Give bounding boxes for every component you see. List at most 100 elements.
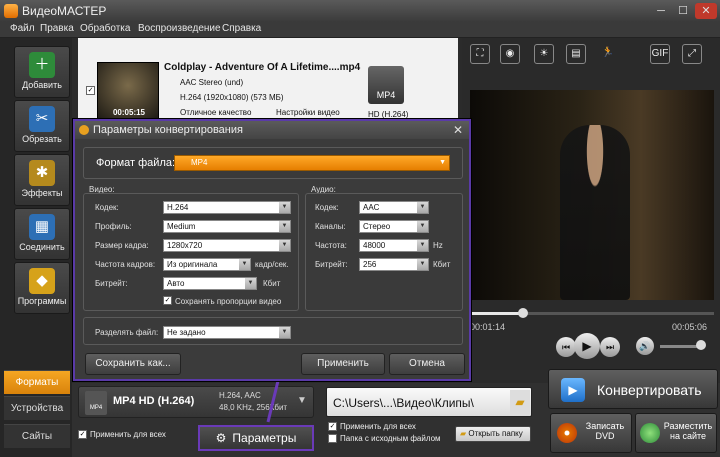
- fps-select[interactable]: Из оригинала ▼: [163, 258, 251, 271]
- publish-button[interactable]: Разместить на сайте: [635, 413, 717, 453]
- app-logo-icon: [4, 4, 18, 18]
- menu-playback[interactable]: Воспроизведение: [138, 23, 221, 34]
- current-time: 00:01:14: [470, 322, 506, 332]
- chevron-down-icon: ▼: [279, 240, 290, 251]
- video-subject: [560, 125, 630, 300]
- minimize-button[interactable]: ─: [650, 3, 672, 19]
- conversion-dialog: Параметры конвертирования ✕ Формат файла…: [73, 119, 471, 381]
- format-dropdown[interactable]: MP4 ▼: [174, 155, 450, 171]
- effects-button[interactable]: ✱ Эффекты: [14, 154, 70, 206]
- convert-icon: ▶: [561, 378, 585, 402]
- dvd-icon: [557, 423, 577, 443]
- tab-formats[interactable]: Форматы: [4, 370, 70, 394]
- menu-file[interactable]: Файл: [10, 23, 35, 34]
- video-codec-label: Кодек:: [95, 203, 119, 212]
- programs-icon: ◆: [29, 268, 55, 294]
- menu-edit[interactable]: Правка: [40, 23, 74, 34]
- apply-all-output-label: Применить для всех: [340, 422, 416, 431]
- format-label: Формат файла:: [96, 157, 176, 169]
- cancel-button[interactable]: Отмена: [389, 353, 465, 375]
- channels-label: Каналы:: [315, 222, 346, 231]
- snapshot-icon[interactable]: ◉: [500, 44, 520, 64]
- add-button[interactable]: ＋ Добавить: [14, 46, 70, 98]
- close-window-button[interactable]: ✕: [695, 3, 717, 19]
- tab-devices[interactable]: Устройства: [4, 396, 70, 420]
- convert-button[interactable]: ▶ Конвертировать: [548, 369, 718, 409]
- chevron-down-icon: ▼: [417, 240, 428, 251]
- frequency-select[interactable]: 48000 ▼: [359, 239, 429, 252]
- trim-button[interactable]: ✂ Обрезать: [14, 100, 70, 152]
- mp4-format-icon: MP4: [85, 391, 107, 415]
- burn-dvd-button[interactable]: Записать DVD: [550, 413, 632, 453]
- dialog-title-bar: Параметры конвертирования ✕: [75, 121, 469, 139]
- source-folder-checkbox[interactable]: [328, 434, 337, 443]
- file-name: Coldplay - Adventure Of A Lifetime....mp…: [164, 62, 361, 73]
- apply-all-checkbox[interactable]: ✓: [78, 430, 87, 439]
- fullscreen-select-icon[interactable]: ⛶: [470, 44, 490, 64]
- menu-bar: Файл Правка Обработка Воспроизведение Сп…: [0, 22, 720, 38]
- fullscreen-icon[interactable]: ⤢: [682, 44, 702, 64]
- video-settings-link[interactable]: Настройки видео: [276, 108, 340, 117]
- chevron-down-icon: ▼: [279, 221, 290, 232]
- brightness-icon[interactable]: ☀: [534, 44, 554, 64]
- dialog-app-icon: [79, 125, 89, 135]
- clip-icon[interactable]: ▤: [566, 44, 586, 64]
- profile-label: Профиль:: [95, 222, 132, 231]
- format-name: MP4 HD (H.264): [113, 395, 195, 407]
- open-folder-button[interactable]: ▰ Открыть папку: [455, 426, 531, 442]
- mp4-format-icon: MP4: [368, 66, 404, 104]
- video-thumbnail[interactable]: 00:05:15: [97, 62, 159, 120]
- menu-help[interactable]: Справка: [222, 23, 261, 34]
- volume-icon[interactable]: 🔊: [636, 337, 654, 355]
- chevron-down-icon: ▼: [439, 159, 446, 166]
- apply-all-output-checkbox[interactable]: ✓: [328, 422, 337, 431]
- output-format: HD (H.264): [368, 110, 409, 119]
- split-label: Разделять файл:: [95, 328, 159, 337]
- audio-bitrate-unit: Кбит: [433, 260, 451, 269]
- gif-button[interactable]: GIF: [650, 44, 670, 64]
- file-audio-info: AAC Stereo (und): [180, 78, 244, 87]
- file-checkbox[interactable]: ✓: [86, 86, 95, 95]
- play-button[interactable]: ▶: [574, 333, 600, 359]
- volume-handle[interactable]: [696, 340, 706, 350]
- tab-sites[interactable]: Сайты: [4, 424, 70, 448]
- join-button[interactable]: ▦ Соединить: [14, 208, 70, 260]
- fps-unit: кадр/сек.: [255, 260, 289, 269]
- video-codec-select[interactable]: H.264 ▼: [163, 201, 291, 214]
- seek-handle[interactable]: [518, 308, 528, 318]
- effects-icon: ✱: [29, 160, 55, 186]
- join-icon: ▦: [29, 214, 55, 240]
- output-path-field[interactable]: C:\Users\...\Видео\Клипы\: [326, 387, 532, 417]
- folder-icon[interactable]: ▰: [510, 390, 530, 414]
- next-frame-button[interactable]: ⏭: [600, 337, 620, 357]
- file-video-info: H.264 (1920x1080) (573 МБ): [180, 93, 284, 102]
- save-as-button[interactable]: Сохранить как...: [85, 353, 181, 375]
- keep-ratio-checkbox[interactable]: ✓: [163, 296, 172, 305]
- frame-size-select[interactable]: 1280x720 ▼: [163, 239, 291, 252]
- prev-frame-button[interactable]: ⏮: [556, 337, 576, 357]
- total-time: 00:05:06: [672, 322, 708, 332]
- chevron-down-icon: ▼: [417, 202, 428, 213]
- video-bitrate-select[interactable]: Авто ▼: [163, 277, 257, 290]
- maximize-button[interactable]: ☐: [672, 3, 694, 19]
- channels-select[interactable]: Стерео ▼: [359, 220, 429, 233]
- apply-all-label: Применить для всех: [90, 430, 166, 439]
- dialog-close-icon[interactable]: ✕: [453, 121, 463, 139]
- programs-button[interactable]: ◆ Программы: [14, 262, 70, 314]
- chevron-down-icon: ▼: [417, 259, 428, 270]
- speed-icon[interactable]: 🏃: [598, 44, 618, 64]
- video-bitrate-label: Битрейт:: [95, 279, 128, 288]
- keep-ratio-label: Сохранять пропорции видео: [175, 297, 282, 306]
- app-title: ВидеоМАСТЕР: [22, 4, 107, 18]
- audio-codec-select[interactable]: AAC ▼: [359, 201, 429, 214]
- menu-process[interactable]: Обработка: [80, 23, 130, 34]
- fps-label: Частота кадров:: [95, 260, 156, 269]
- profile-select[interactable]: Medium ▼: [163, 220, 291, 233]
- apply-button[interactable]: Применить: [301, 353, 385, 375]
- audio-bitrate-select[interactable]: 256 ▼: [359, 258, 429, 271]
- split-select[interactable]: Не задано ▼: [163, 326, 291, 339]
- sidebar: ＋ Добавить ✂ Обрезать ✱ Эффекты ▦ Соединить …: [0, 38, 72, 457]
- chevron-down-icon: ▼: [279, 202, 290, 213]
- dialog-title: Параметры конвертирования: [93, 124, 243, 136]
- chevron-down-icon: ▼: [417, 221, 428, 232]
